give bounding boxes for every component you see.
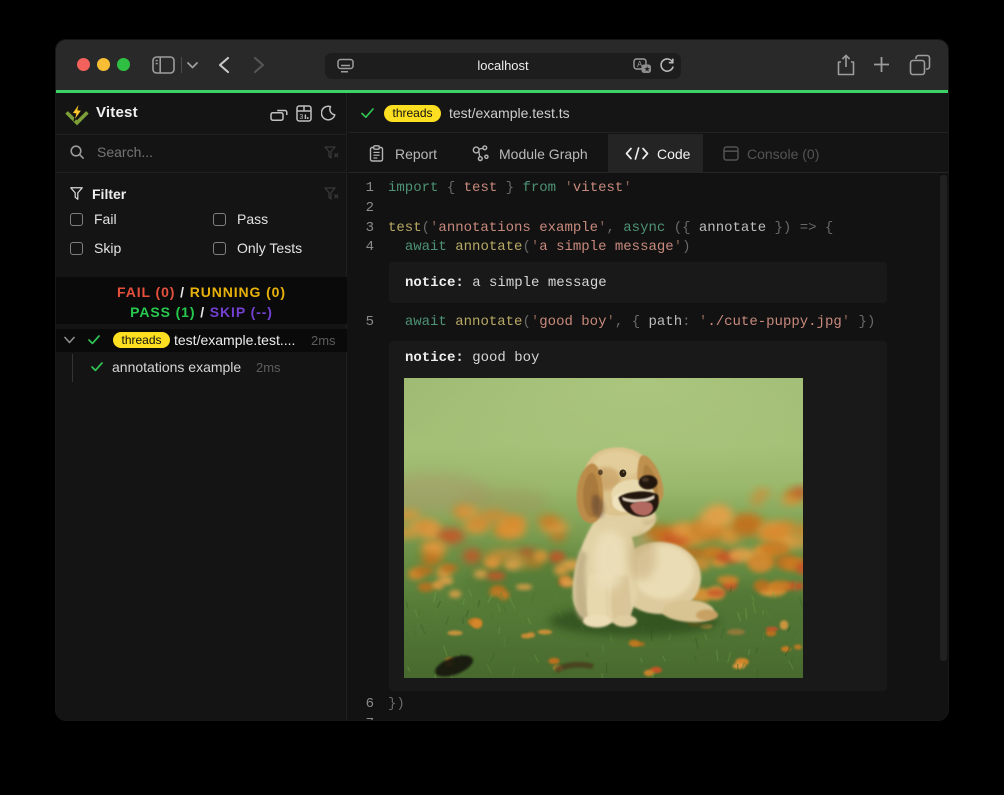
svg-text:3: 3: [299, 114, 303, 121]
svg-text:★: ★: [644, 64, 651, 73]
